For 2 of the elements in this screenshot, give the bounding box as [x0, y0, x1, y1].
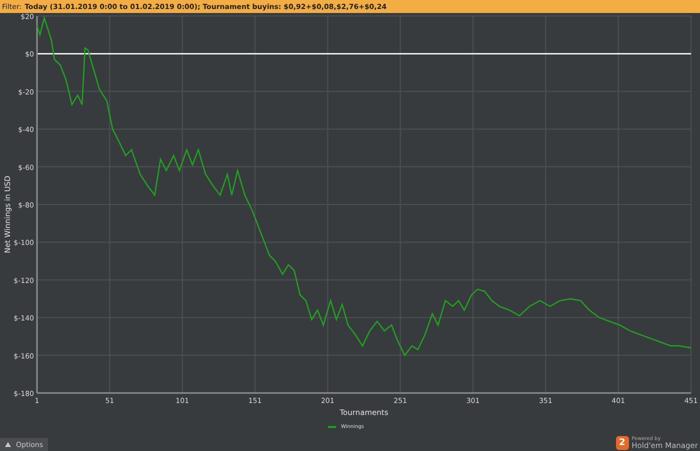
logo-badge: 2 [616, 436, 629, 450]
caret-icon [5, 442, 11, 447]
